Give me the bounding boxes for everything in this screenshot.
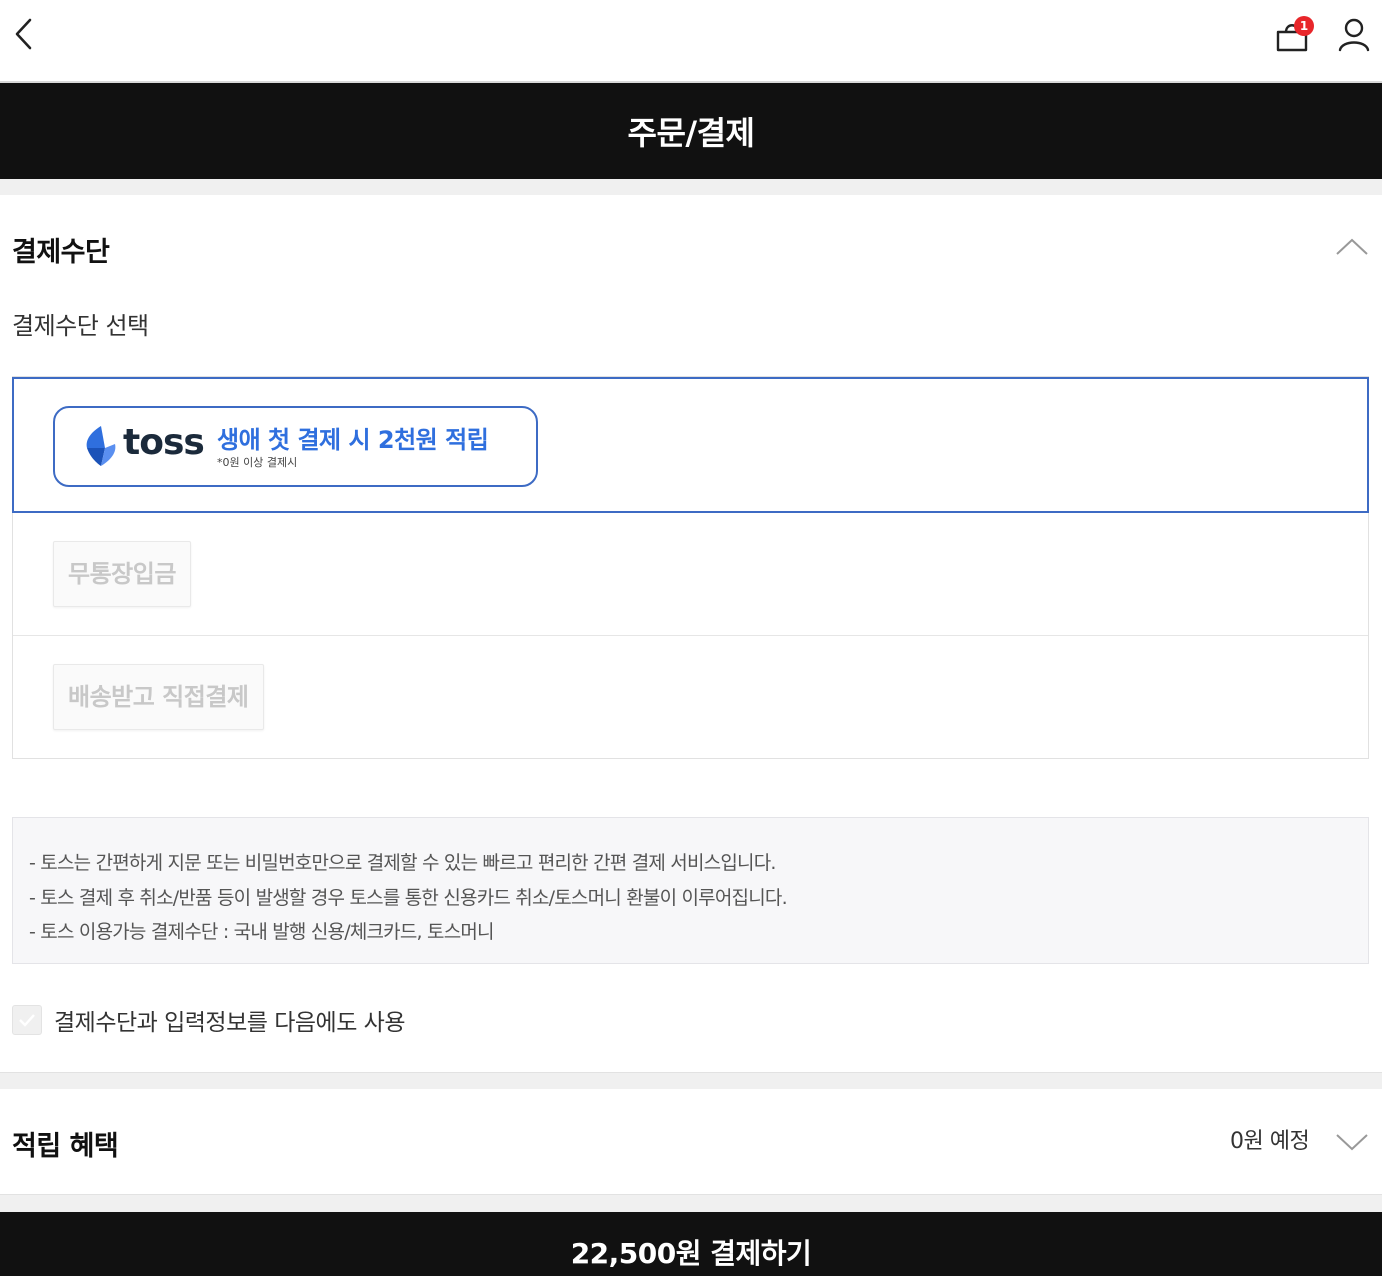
payment-method-list: toss 생애 첫 결제 시 2천원 적립 *0원 이상 결제시 무통장입금 배… [12, 376, 1369, 759]
save-payment-label: 결제수단과 입력정보를 다음에도 사용 [54, 1010, 406, 1036]
pay-button-label: 22,500원 결제하기 [570, 1237, 812, 1270]
page-title: 주문/결제 [627, 114, 755, 152]
toss-promo-text: 생애 첫 결제 시 2천원 적립 [217, 426, 489, 454]
section-divider [0, 179, 1382, 195]
toss-notice-box: - 토스는 간편하게 지문 또는 비밀번호만으로 결제할 수 있는 빠르고 편리… [12, 817, 1369, 964]
payment-section-title: 결제수단 [12, 237, 110, 268]
notice-line: - 토스는 간편하게 지문 또는 비밀번호만으로 결제할 수 있는 빠르고 편리… [29, 852, 776, 874]
payment-select-label: 결제수단 선택 [12, 312, 149, 340]
chevron-down-icon [1336, 1134, 1368, 1151]
chevron-up-icon [1336, 238, 1368, 255]
section-divider [0, 1194, 1382, 1212]
page-title-bar: 주문/결제 [0, 83, 1382, 179]
check-icon [19, 1014, 35, 1027]
notice-line: - 토스 이용가능 결제수단 : 국내 발행 신용/체크카드, 토스머니 [29, 921, 495, 943]
benefit-value: 0원 예정 [1230, 1129, 1310, 1154]
cash-on-delivery-button[interactable]: 배송받고 직접결제 [53, 664, 264, 730]
save-payment-checkbox[interactable] [12, 1005, 42, 1035]
save-payment-checkbox-row[interactable]: 결제수단과 입력정보를 다음에도 사용 [12, 1003, 406, 1037]
section-divider [0, 1072, 1382, 1089]
cart-button[interactable]: 1 [1270, 14, 1314, 58]
notice-line: - 토스 결제 후 취소/반품 등이 발생할 경우 토스를 통한 신용카드 취소… [29, 886, 788, 909]
toss-promo-note: *0원 이상 결제시 [217, 456, 298, 469]
benefit-section-title: 적립 혜택 [12, 1131, 119, 1162]
top-bar: 1 [0, 0, 1382, 83]
expand-benefit-button[interactable] [1334, 1130, 1370, 1154]
user-icon [1338, 18, 1370, 52]
toss-pay-button[interactable]: toss 생애 첫 결제 시 2천원 적립 *0원 이상 결제시 [53, 406, 538, 487]
toss-wordmark: toss [123, 422, 205, 463]
toss-logo-icon [86, 426, 116, 466]
collapse-payment-button[interactable] [1334, 234, 1370, 258]
bank-transfer-button[interactable]: 무통장입금 [53, 541, 191, 607]
back-button[interactable] [8, 14, 48, 54]
cart-count-badge: 1 [1294, 16, 1314, 36]
chevron-left-icon [15, 18, 32, 50]
payment-method-toss[interactable]: toss 생애 첫 결제 시 2천원 적립 *0원 이상 결제시 [12, 377, 1369, 513]
payment-method-bank-transfer: 무통장입금 [13, 513, 1368, 636]
user-button[interactable] [1334, 14, 1374, 58]
pay-button[interactable]: 22,500원 결제하기 [0, 1212, 1382, 1276]
payment-method-cod: 배송받고 직접결제 [13, 636, 1368, 758]
